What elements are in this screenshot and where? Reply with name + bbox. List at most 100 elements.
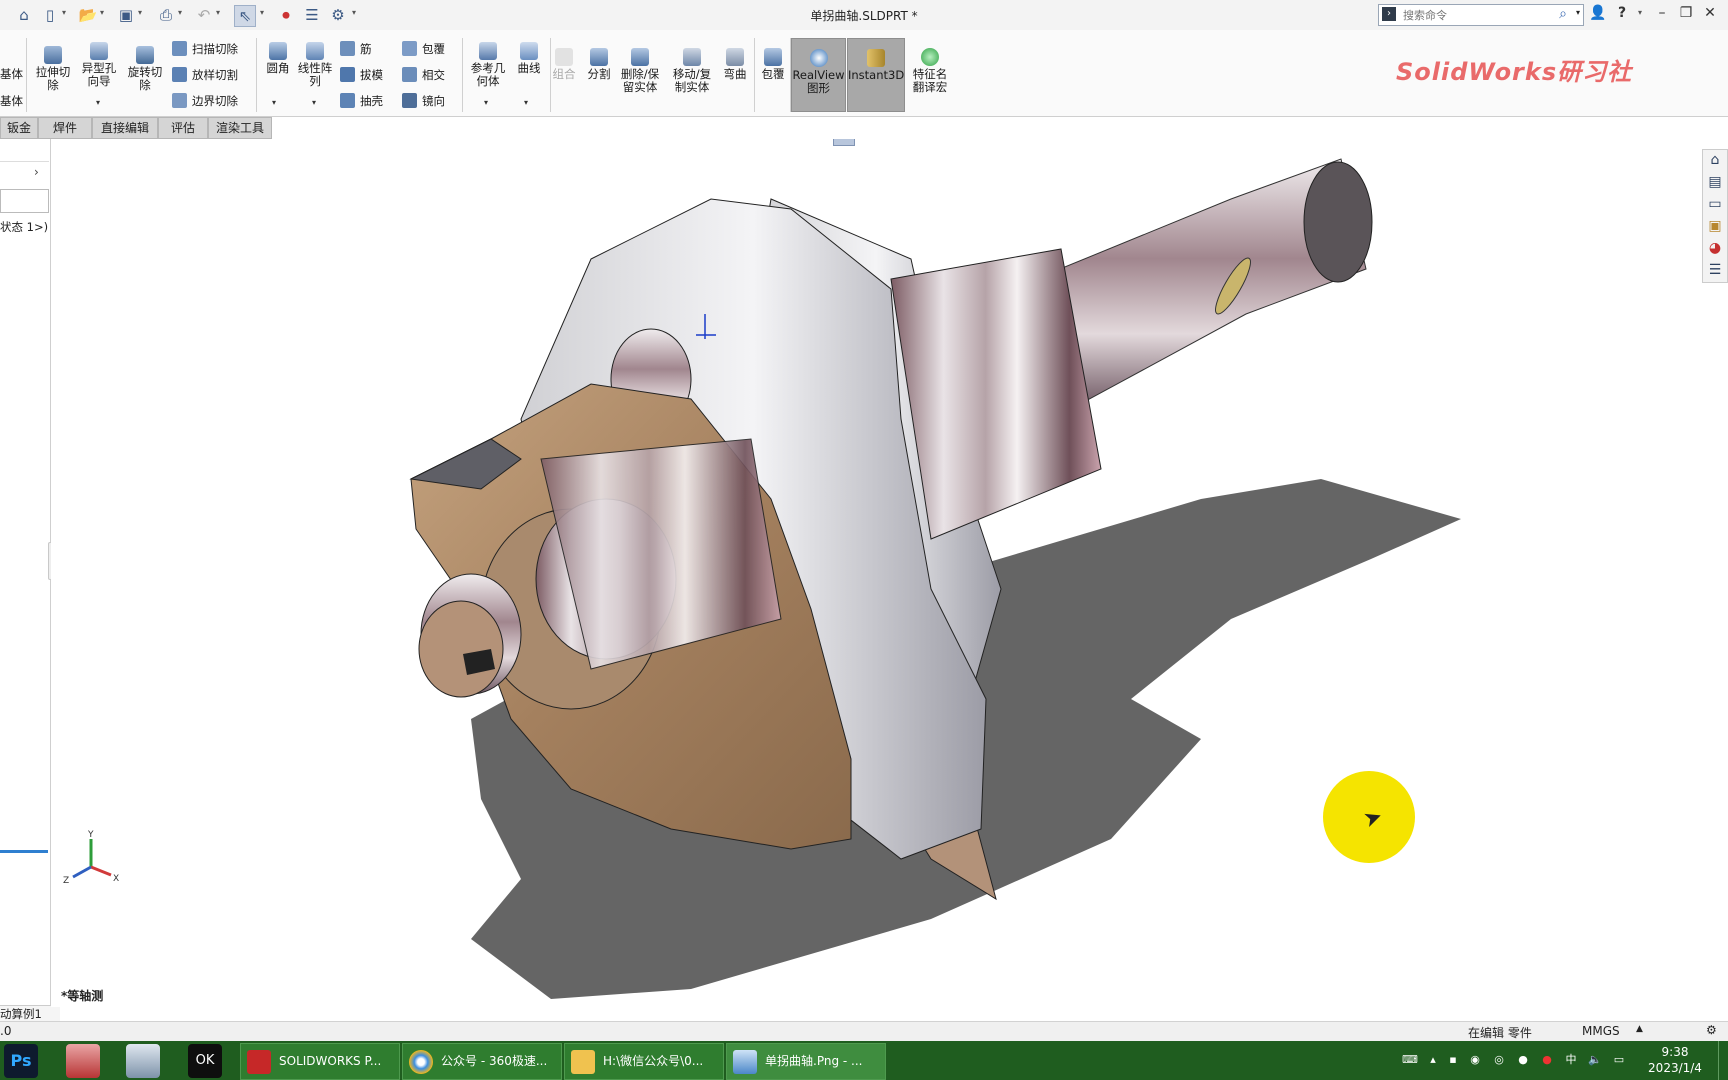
qq-browser-icon[interactable]: ◎: [1492, 1053, 1506, 1067]
split-button[interactable]: 分割: [584, 48, 614, 81]
apply-scene-icon[interactable]: ◒: [1010, 139, 1030, 144]
flex-button[interactable]: 弯曲: [718, 48, 752, 81]
reference-geometry-button[interactable]: 参考几何体: [468, 42, 508, 88]
print-icon[interactable]: ⎙: [156, 5, 176, 25]
search-box[interactable]: › ⌕ ▾: [1378, 4, 1584, 26]
zoom-to-area-icon[interactable]: ⊕: [733, 139, 753, 144]
volume-icon[interactable]: 🔈: [1588, 1053, 1602, 1067]
graphics-area[interactable]: ➤ ⚓ ⌕ ⊕ ↺ ◧ ✎ ⬡ ◨ ▦ ◉ ◕ ◒ ▭ ◫ ◫ – ❐ ✕ ⌂ …: [51, 139, 1728, 1007]
study-tab[interactable]: 动算例1: [0, 1005, 60, 1022]
minimize-icon[interactable]: –: [1652, 5, 1672, 25]
qq-icon[interactable]: ●: [1516, 1053, 1530, 1067]
design-library-icon[interactable]: ▤: [1705, 174, 1725, 194]
instant3d-button[interactable]: Instant3D: [847, 38, 905, 112]
file-properties-icon[interactable]: ☰: [302, 5, 322, 25]
tile-view-icon[interactable]: ◫: [1619, 139, 1639, 145]
chevron-down-icon[interactable]: ▾: [216, 8, 220, 17]
view-settings-icon[interactable]: ▦: [908, 139, 928, 144]
display-style-icon[interactable]: ⬡: [833, 139, 855, 146]
save-icon[interactable]: ▣: [116, 5, 136, 25]
wrap-body-button[interactable]: 包覆: [756, 48, 790, 81]
tool-icon[interactable]: [126, 1044, 160, 1078]
help-button[interactable]: ?: [1612, 5, 1632, 25]
sweep-cut-button[interactable]: 扫描切除: [172, 40, 238, 58]
tab-sheet-metal[interactable]: 钣金: [0, 117, 38, 139]
ribbon-partial-item[interactable]: 基体: [0, 65, 23, 83]
ribbon-partial-item[interactable]: 基体: [0, 92, 23, 110]
rebuild-icon[interactable]: ⏺: [276, 5, 296, 25]
open-icon[interactable]: 📂: [78, 5, 98, 25]
tab-direct-editing[interactable]: 直接编辑: [92, 117, 158, 139]
realview-button[interactable]: RealView图形: [791, 38, 846, 112]
tab-render-tools[interactable]: 渲染工具: [208, 117, 272, 139]
chevron-down-icon[interactable]: ▾: [352, 8, 356, 17]
chevron-down-icon[interactable]: ▾: [138, 8, 142, 17]
restore-icon[interactable]: ❐: [1676, 5, 1696, 25]
record-icon[interactable]: ●: [1540, 1053, 1554, 1067]
split-view-icon[interactable]: ◫: [1595, 139, 1615, 145]
restore-icon[interactable]: ❐: [1665, 139, 1685, 145]
file-explorer-icon[interactable]: ▭: [1705, 196, 1725, 216]
chevron-down-icon[interactable]: ▾: [1576, 8, 1580, 17]
rib-button[interactable]: 筋: [340, 40, 372, 58]
keyboard-icon[interactable]: ⌨: [1402, 1053, 1418, 1067]
view-palette-icon[interactable]: ▣: [1705, 218, 1725, 238]
select-icon[interactable]: ⇖: [234, 5, 256, 27]
previous-view-icon[interactable]: ↺: [758, 139, 778, 144]
undo-icon[interactable]: ↶: [194, 5, 214, 25]
taskbar-browser[interactable]: 公众号 - 360极速...: [402, 1043, 562, 1080]
taskbar-solidworks[interactable]: SOLIDWORKS P...: [240, 1043, 400, 1080]
show-desktop-button[interactable]: [1718, 1041, 1728, 1080]
crankshaft-model[interactable]: [51, 139, 1728, 1007]
chevron-down-icon[interactable]: ▾: [62, 8, 66, 17]
filter-input[interactable]: [0, 189, 49, 213]
chevron-down-icon[interactable]: ▾: [100, 8, 104, 17]
linear-pattern-button[interactable]: 线性阵列: [296, 42, 334, 88]
wrap-button[interactable]: 包覆: [402, 40, 445, 58]
dynamic-annotation-icon[interactable]: ✎: [808, 139, 828, 144]
home-icon[interactable]: ⌂: [14, 5, 34, 25]
visibility-icon[interactable]: ◉: [947, 139, 967, 144]
close-icon[interactable]: ✕: [1689, 139, 1709, 145]
system-clock[interactable]: 9:38 2023/1/4: [1640, 1044, 1710, 1076]
chevron-down-icon[interactable]: ▾: [484, 98, 488, 107]
search-icon[interactable]: ⌕: [1559, 6, 1567, 22]
windows-security-icon[interactable]: ▪: [1446, 1053, 1460, 1067]
section-view-icon[interactable]: ◧: [783, 139, 803, 144]
app-icon[interactable]: [66, 1044, 100, 1078]
screen-recorder-icon[interactable]: OK: [188, 1044, 222, 1078]
photoshop-icon[interactable]: Ps: [4, 1044, 38, 1078]
view-orientation-icon[interactable]: ⚓: [683, 139, 703, 144]
chevron-down-icon[interactable]: ▾: [272, 98, 276, 107]
zoom-to-fit-icon[interactable]: ⌕: [708, 139, 728, 144]
hole-wizard-button[interactable]: 异型孔向导: [78, 42, 120, 88]
tab-evaluate[interactable]: 评估: [158, 117, 208, 139]
user-icon[interactable]: 👤: [1588, 5, 1608, 25]
combine-button[interactable]: 组合: [552, 48, 576, 81]
options-icon[interactable]: ⚙: [328, 5, 348, 25]
chevron-down-icon[interactable]: ▾: [312, 98, 316, 107]
fillet-button[interactable]: 圆角: [260, 42, 296, 75]
edit-appearance-icon[interactable]: ◕: [985, 139, 1005, 144]
chevron-down-icon[interactable]: ▾: [524, 98, 528, 107]
chevron-down-icon[interactable]: ▾: [178, 8, 182, 17]
chevron-right-icon[interactable]: ›: [34, 165, 39, 179]
delete-keep-body-button[interactable]: 删除/保留实体: [618, 48, 662, 94]
custom-properties-icon[interactable]: ☰: [1705, 262, 1725, 282]
feature-translate-macro-button[interactable]: 特征名翻译宏: [910, 48, 950, 94]
chevron-down-icon[interactable]: ▾: [260, 8, 264, 17]
draft-button[interactable]: 拔模: [340, 66, 383, 84]
display-icon[interactable]: ▭: [1612, 1053, 1626, 1067]
move-copy-body-button[interactable]: 移动/复制实体: [670, 48, 714, 94]
minimize-icon[interactable]: –: [1643, 139, 1663, 145]
close-icon[interactable]: ✕: [1700, 5, 1720, 25]
revolve-cut-button[interactable]: 旋转切除: [124, 46, 166, 92]
new-document-icon[interactable]: ▯: [40, 5, 60, 25]
chevron-up-icon[interactable]: ▲: [1636, 1024, 1643, 1034]
network-icon[interactable]: ▴: [1426, 1053, 1440, 1067]
customize-icon[interactable]: ⚙: [1706, 1023, 1717, 1037]
extrude-cut-button[interactable]: 拉伸切除: [32, 46, 74, 92]
input-method-icon[interactable]: 中: [1564, 1053, 1578, 1067]
hide-show-icon[interactable]: ◨: [858, 139, 878, 144]
boundary-cut-button[interactable]: 边界切除: [172, 92, 238, 110]
